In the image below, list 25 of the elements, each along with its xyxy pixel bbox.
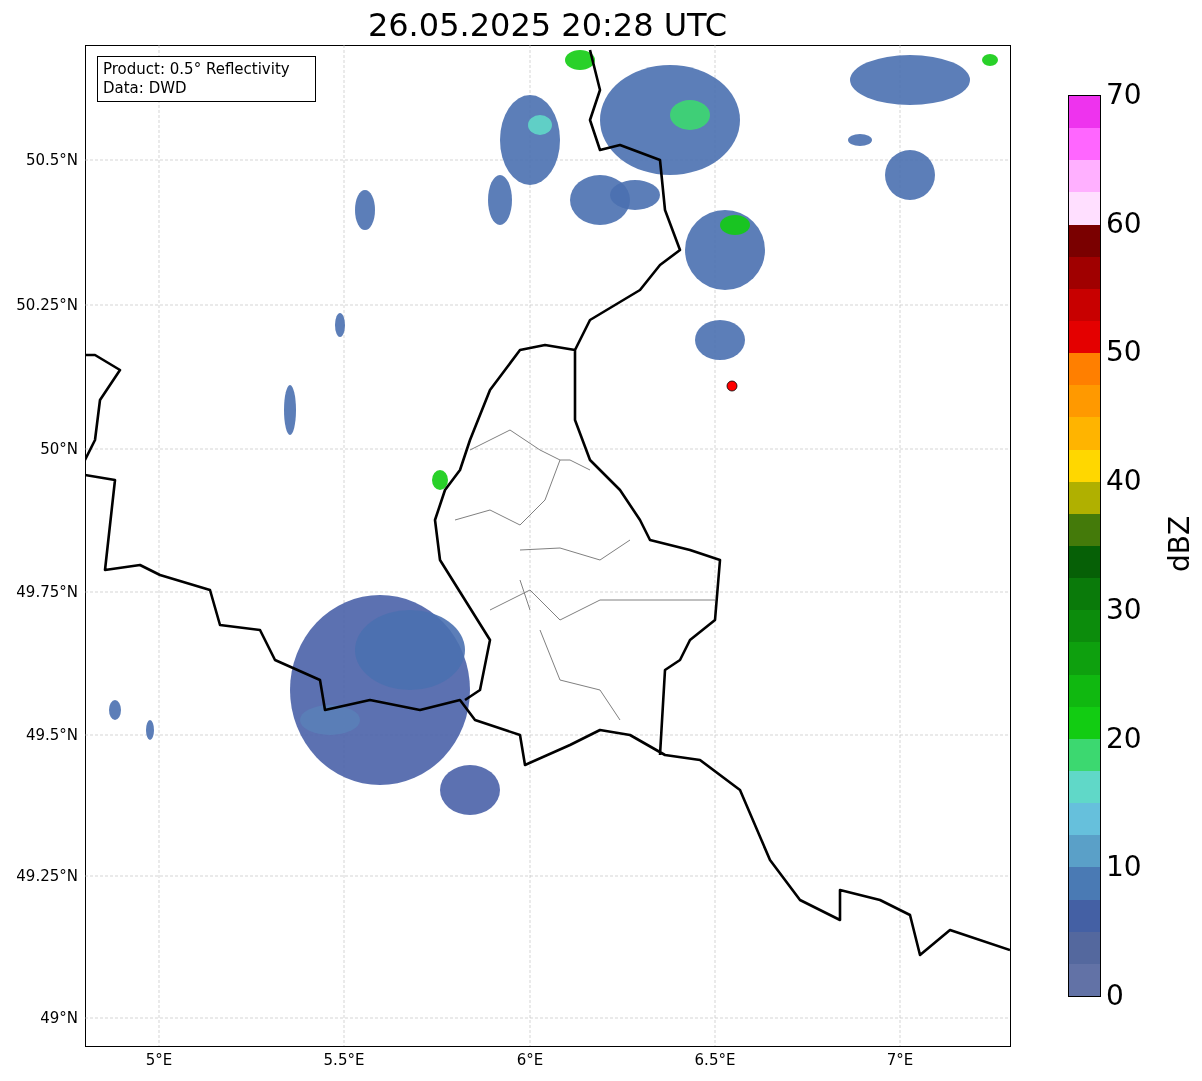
- axis-tick-label: 6°E: [515, 1051, 545, 1069]
- axis-tick-label: 49.25°N: [15, 867, 78, 885]
- axis-tick-label: 49.75°N: [15, 583, 78, 601]
- info-text: Data: DWD: [103, 79, 188, 98]
- colorbar-tick-label: 30: [1106, 593, 1142, 626]
- axis-tick-label: 49°N: [39, 1009, 78, 1027]
- colorbar-tick-label: 60: [1106, 207, 1142, 240]
- colorbar-tick-label: 20: [1106, 722, 1142, 755]
- chart-title: 26.05.2025 20:28 UTC: [366, 5, 729, 46]
- axis-tick-label: 7°E: [885, 1051, 915, 1069]
- info-text: Product: 0.5° Reflectivity: [103, 60, 291, 79]
- colorbar-tick-label: 10: [1106, 851, 1142, 884]
- colorbar-tick-label: 50: [1106, 336, 1142, 369]
- axis-tick-label: 6.5°E: [693, 1051, 737, 1069]
- colorbar-label: dBZ: [1164, 514, 1196, 575]
- colorbar-tick-label: 0: [1106, 980, 1124, 1012]
- axis-tick-label: 49.5°N: [24, 726, 78, 744]
- colorbar-tick-label: 70: [1106, 79, 1142, 111]
- axis-tick-label: 5.5°E: [322, 1051, 366, 1069]
- axis-tick-label: 50.5°N: [24, 151, 78, 169]
- radar-site-marker: [726, 380, 738, 392]
- axis-tick-label: 50°N: [39, 440, 78, 458]
- colorbar-tick-label: 40: [1106, 465, 1142, 498]
- axis-tick-label: 50.25°N: [15, 296, 78, 314]
- axis-tick-label: 5°E: [144, 1051, 174, 1069]
